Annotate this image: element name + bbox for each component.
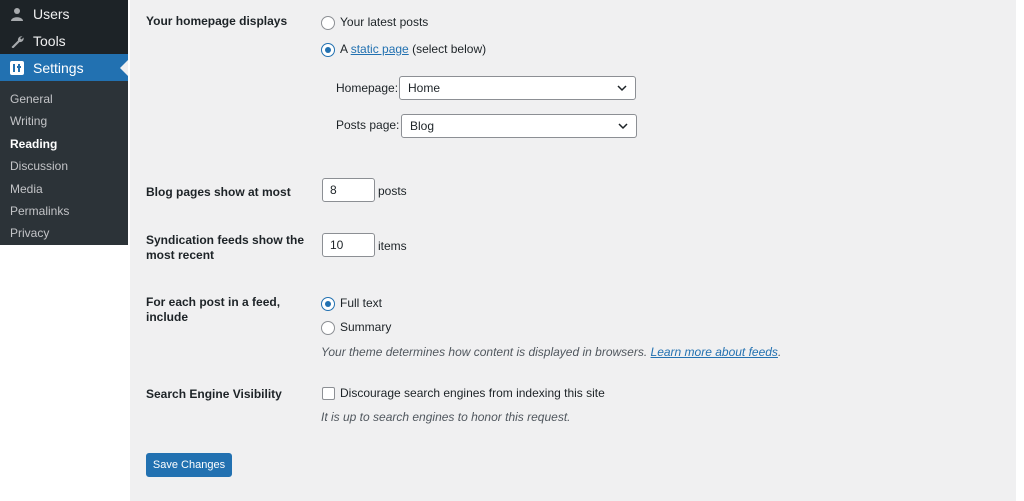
chevron-down-icon — [618, 123, 628, 130]
submenu-item-reading[interactable]: Reading — [10, 136, 57, 152]
feed-include-label-line2: include — [146, 310, 189, 324]
feed-description: Your theme determines how content is dis… — [321, 345, 781, 359]
homepage-select-value: Home — [408, 81, 441, 95]
save-changes-button[interactable]: Save Changes — [146, 453, 232, 477]
admin-sidebar: Users Tools Settings General Writing Rea… — [0, 0, 128, 245]
syndication-unit: items — [378, 239, 407, 253]
submenu-item-permalinks[interactable]: Permalinks — [10, 203, 69, 219]
wrench-icon — [7, 31, 27, 51]
feed-description-end: . — [777, 345, 782, 359]
menu-item-users[interactable]: Users — [0, 0, 128, 27]
static-page-option: A static page (select below) — [340, 42, 486, 57]
discourage-search-checkbox[interactable] — [322, 387, 335, 400]
latest-posts-radio[interactable] — [321, 16, 335, 30]
search-visibility-label: Search Engine Visibility — [146, 387, 282, 401]
summary-radio[interactable] — [321, 321, 335, 335]
reading-settings-form: Your homepage displays Your latest posts… — [130, 0, 1016, 501]
submenu-item-privacy[interactable]: Privacy — [10, 225, 49, 241]
search-visibility-description: It is up to search engines to honor this… — [321, 410, 571, 424]
static-page-radio[interactable] — [321, 43, 335, 57]
static-page-suffix: (select below) — [412, 42, 487, 56]
homepage-select[interactable]: Home — [399, 76, 636, 100]
blog-pages-unit: posts — [378, 184, 407, 198]
posts-page-select-label: Posts page: — [336, 118, 400, 132]
posts-page-select[interactable]: Blog — [401, 114, 637, 138]
submenu-item-discussion[interactable]: Discussion — [10, 158, 68, 174]
syndication-input[interactable] — [322, 233, 375, 257]
full-text-label: Full text — [340, 296, 383, 310]
syndication-label-line1: Syndication feeds show the — [146, 233, 305, 247]
posts-page-select-value: Blog — [410, 119, 435, 133]
submenu-item-media[interactable]: Media — [10, 181, 43, 197]
submenu-item-writing[interactable]: Writing — [10, 113, 47, 129]
learn-more-feeds-link[interactable]: Learn more about feeds — [651, 345, 778, 359]
homepage-select-label: Homepage: — [336, 81, 399, 95]
settings-icon — [7, 58, 27, 78]
menu-item-settings[interactable]: Settings — [0, 54, 128, 81]
summary-label: Summary — [340, 320, 392, 334]
syndication-label-line2: most recent — [146, 248, 215, 262]
blog-pages-input[interactable] — [322, 178, 375, 202]
submenu-item-general[interactable]: General — [10, 91, 53, 107]
discourage-search-label: Discourage search engines from indexing … — [340, 386, 605, 400]
latest-posts-label: Your latest posts — [340, 15, 429, 29]
menu-item-tools[interactable]: Tools — [0, 27, 128, 54]
full-text-radio[interactable] — [321, 297, 335, 311]
menu-item-label: Users — [33, 5, 70, 22]
homepage-displays-label: Your homepage displays — [146, 14, 288, 28]
menu-item-label: Tools — [33, 32, 66, 49]
menu-item-label: Settings — [33, 59, 84, 76]
chevron-down-icon — [617, 85, 627, 92]
user-icon — [7, 4, 27, 24]
static-page-link[interactable]: static page — [351, 42, 409, 56]
settings-submenu: General Writing Reading Discussion Media… — [0, 81, 128, 245]
blog-pages-label: Blog pages show at most — [146, 185, 291, 199]
static-page-prefix: A — [340, 42, 348, 56]
feed-include-label-line1: For each post in a feed, — [146, 295, 281, 309]
feed-description-text: Your theme determines how content is dis… — [321, 345, 648, 359]
